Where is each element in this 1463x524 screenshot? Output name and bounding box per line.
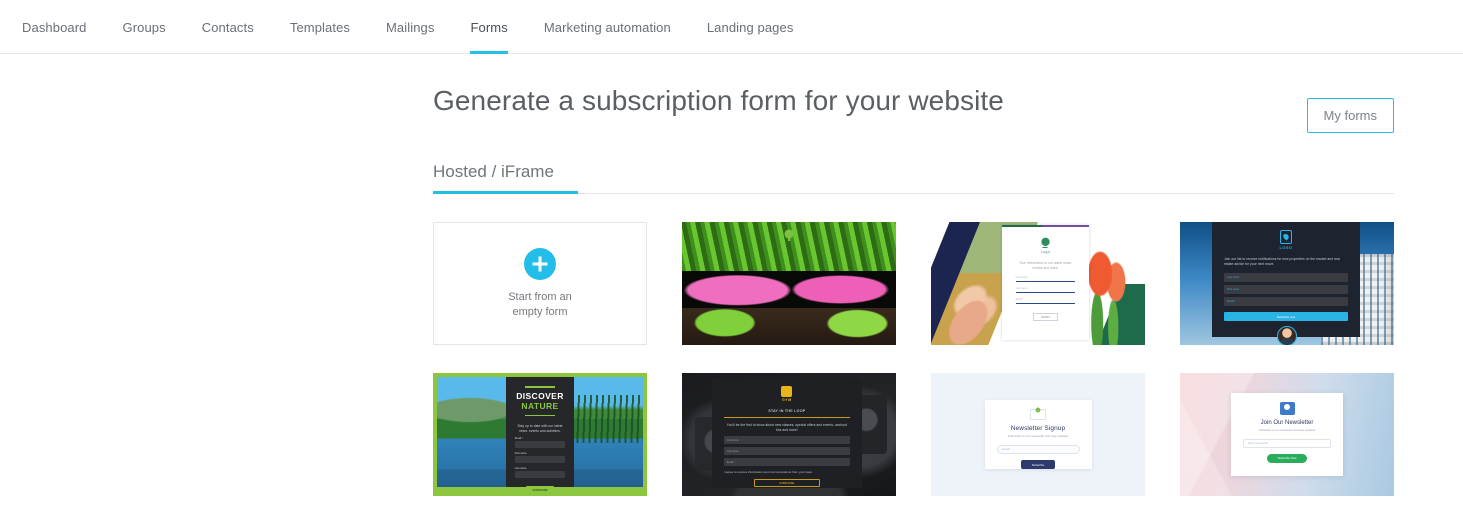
template-thumbnail-family: Logo Your information is our latest news… bbox=[931, 222, 1145, 345]
tab-hosted-iframe[interactable]: Hosted / iFrame bbox=[433, 162, 578, 194]
page-title: Generate a subscription form for your we… bbox=[433, 85, 1004, 116]
template-grid: Start from an empty form LOGO DON'T MISS… bbox=[433, 222, 1394, 496]
thumb-logo-label: GYM bbox=[782, 398, 792, 402]
thumb-heading: Newsletter Signup bbox=[1010, 425, 1066, 433]
thumb-submit-button: Subscribe now bbox=[1276, 314, 1296, 319]
content-column: Generate a subscription form for your we… bbox=[433, 54, 1394, 496]
nav-item-contacts[interactable]: Contacts bbox=[202, 0, 254, 54]
thumb-field-label: First name bbox=[1227, 288, 1240, 291]
template-card-family[interactable]: Logo Your information is our latest news… bbox=[931, 222, 1145, 345]
thumb-field-label: Enter your Email bbox=[1248, 441, 1268, 445]
thumb-field-label: Email * bbox=[1227, 300, 1236, 303]
thumb-field-label: Last name bbox=[1227, 276, 1240, 279]
thumb-body-text: Your information is our latest news, eve… bbox=[1018, 261, 1073, 269]
thumb-submit-button: SUBSCRIBE bbox=[532, 488, 548, 492]
thumb-body-text: Subscribe to our newsletter and stay upd… bbox=[1007, 434, 1069, 439]
nav-label: Landing pages bbox=[706, 19, 794, 35]
thumb-body-text: You'll be the first to know about new cl… bbox=[726, 423, 847, 431]
nav-item-landing-pages[interactable]: Landing pages bbox=[707, 0, 794, 54]
template-card-newsletter-signup[interactable]: Newsletter Signup Subscribe to our newsl… bbox=[931, 373, 1145, 496]
thumb-field-label: First name bbox=[726, 438, 739, 442]
thumb-field-label: Last name bbox=[514, 467, 527, 470]
leaf-logo-icon bbox=[1039, 237, 1051, 248]
thumb-field-label: First name bbox=[1015, 276, 1028, 279]
nav-label: Contacts bbox=[201, 19, 254, 35]
thumb-field-label: Email * bbox=[1015, 298, 1024, 301]
nav-label: Forms bbox=[470, 19, 508, 35]
nav-label: Dashboard bbox=[22, 19, 87, 35]
thumb-submit-button: SUBSCRIBE bbox=[779, 481, 795, 485]
nav-label: Templates bbox=[289, 19, 350, 35]
template-thumbnail-join-newsletter: Join Our Newsletter Subscribe to our new… bbox=[1180, 373, 1394, 496]
nav-item-marketing-automation[interactable]: Marketing automation bbox=[544, 0, 671, 54]
thumb-form-panel: Join Our Newsletter Subscribe to our new… bbox=[1231, 392, 1343, 477]
template-thumbnail-nature: DISCOVER NATURE Stay up to date with our… bbox=[433, 373, 647, 496]
thumb-form-panel: Logo Your information is our latest news… bbox=[1001, 225, 1090, 340]
thumb-submit-button: Subscribe bbox=[1031, 462, 1045, 467]
nav-item-dashboard[interactable]: Dashboard bbox=[22, 0, 87, 54]
thumb-field-label: Email * bbox=[1002, 448, 1011, 452]
thumb-body-text: Join our list to receive notifications f… bbox=[1224, 257, 1340, 266]
thumb-body-text: Stay up to date with our latest news, ev… bbox=[517, 424, 563, 432]
header-row: Generate a subscription form for your we… bbox=[433, 54, 1394, 133]
template-thumbnail-real-estate: LOGO Join our list to receive notificati… bbox=[1180, 222, 1394, 345]
template-card-real-estate[interactable]: LOGO Join our list to receive notificati… bbox=[1180, 222, 1394, 345]
thumb-heading: STAY IN THE LOOP bbox=[768, 409, 806, 413]
thumb-form-panel: Newsletter Signup Subscribe to our newsl… bbox=[984, 400, 1092, 470]
page-body: Generate a subscription form for your we… bbox=[0, 54, 1463, 524]
thumb-form-panel: GYM STAY IN THE LOOP You'll be the first… bbox=[711, 379, 862, 488]
template-card-join-newsletter[interactable]: Join Our Newsletter Subscribe to our new… bbox=[1180, 373, 1394, 496]
thumb-field-label: Email * bbox=[514, 437, 523, 440]
thumb-submit-button: Subscribe Now bbox=[1277, 456, 1297, 461]
thumb-heading-line2: NATURE bbox=[521, 401, 559, 411]
thumb-submit-button: SUBMIT bbox=[1040, 315, 1051, 319]
thumb-form-panel: LOGO Join our list to receive notificati… bbox=[1212, 222, 1360, 337]
nav-item-groups[interactable]: Groups bbox=[123, 0, 166, 54]
template-card-nature[interactable]: DISCOVER NATURE Stay up to date with our… bbox=[433, 373, 647, 496]
top-navigation: Dashboard Groups Contacts Templates Mail… bbox=[0, 0, 1463, 54]
thumb-logo-label: LOGO bbox=[1279, 246, 1293, 250]
nav-item-forms[interactable]: Forms bbox=[470, 0, 509, 54]
nav-label: Groups bbox=[122, 19, 166, 35]
avatar bbox=[1277, 326, 1297, 345]
nav-label: Mailings bbox=[386, 19, 435, 35]
thumb-logo-label: Logo bbox=[1040, 250, 1051, 254]
thumb-field-label: Email * bbox=[726, 460, 735, 464]
drop-logo-icon bbox=[1279, 230, 1292, 244]
template-thumbnail-plants: LOGO DON'T MISS OUT Sign up and receive … bbox=[682, 222, 896, 345]
tree-logo-icon bbox=[783, 229, 795, 241]
template-card-gym[interactable]: GYM STAY IN THE LOOP You'll be the first… bbox=[682, 373, 896, 496]
template-thumbnail-gym: GYM STAY IN THE LOOP You'll be the first… bbox=[682, 373, 896, 496]
nav-label: Marketing automation bbox=[543, 19, 671, 35]
thumb-heading-line1: DISCOVER bbox=[516, 390, 564, 401]
envelope-icon bbox=[1030, 409, 1046, 421]
thumb-field-label: First name bbox=[514, 452, 527, 455]
plus-icon bbox=[524, 247, 556, 280]
mailbox-icon bbox=[1279, 401, 1295, 415]
nav-item-mailings[interactable]: Mailings bbox=[386, 0, 434, 54]
thumb-field-label: Last name bbox=[726, 449, 739, 453]
tab-bar: Hosted / iFrame bbox=[433, 162, 1394, 194]
thumb-consent-text: I agree to receive information and commu… bbox=[723, 470, 813, 474]
template-thumbnail-newsletter-signup: Newsletter Signup Subscribe to our newsl… bbox=[931, 373, 1145, 496]
empty-card-label: Start from an empty form bbox=[508, 290, 572, 320]
gym-logo-icon bbox=[781, 386, 793, 397]
nav-item-templates[interactable]: Templates bbox=[290, 0, 350, 54]
my-forms-button[interactable]: My forms bbox=[1306, 98, 1394, 133]
thumb-form-panel: DISCOVER NATURE Stay up to date with our… bbox=[505, 377, 575, 494]
template-card-empty-form[interactable]: Start from an empty form bbox=[433, 222, 647, 345]
template-card-plants[interactable]: LOGO DON'T MISS OUT Sign up and receive … bbox=[682, 222, 896, 345]
empty-card-line1: Start from an bbox=[508, 290, 572, 303]
empty-card-line2: empty form bbox=[512, 305, 568, 318]
thumb-heading: Join Our Newsletter bbox=[1260, 419, 1314, 426]
thumb-body-text: Subscribe to our newsletter and stay upd… bbox=[1258, 427, 1316, 432]
thumb-field-label: Last name bbox=[1015, 287, 1028, 290]
